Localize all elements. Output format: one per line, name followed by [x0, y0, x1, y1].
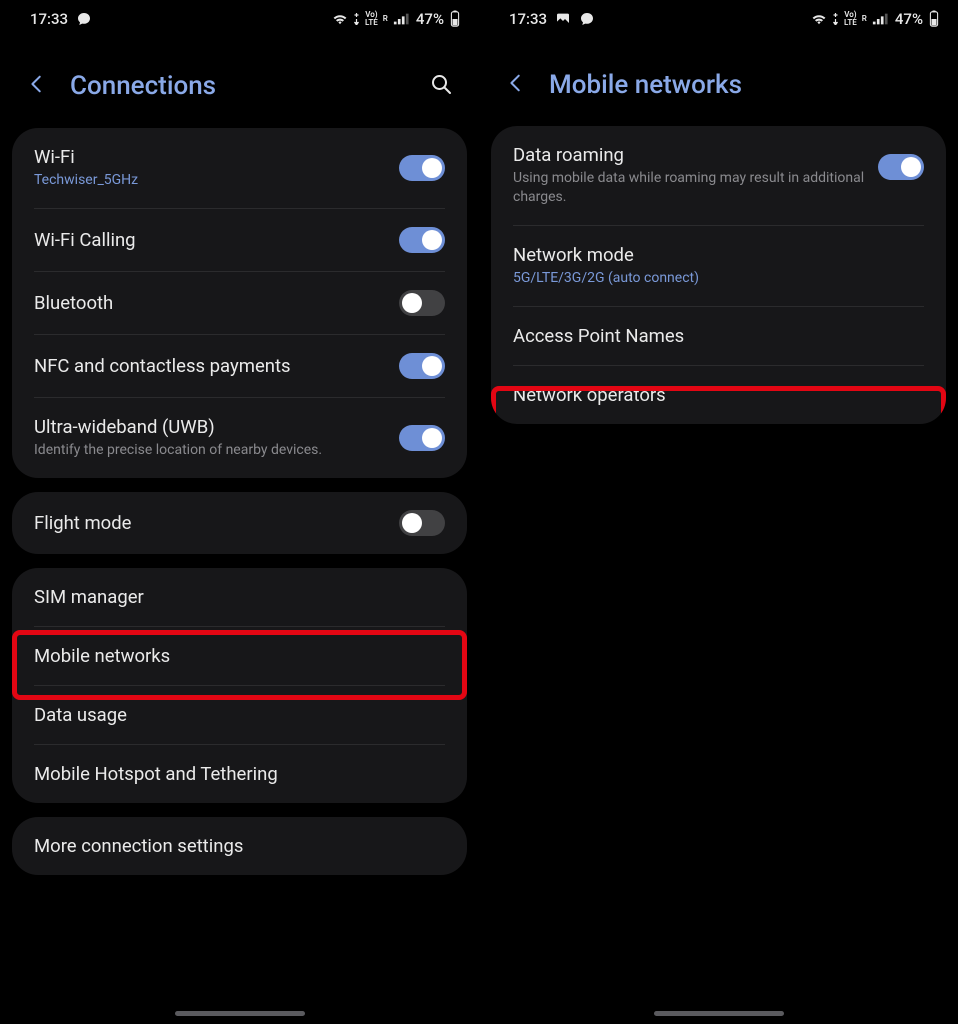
back-button[interactable]: [501, 68, 531, 102]
flight-mode-label: Flight mode: [34, 512, 387, 534]
search-button[interactable]: [425, 68, 457, 104]
nfc-label: NFC and contactless payments: [34, 355, 387, 377]
notification-chat-icon: [579, 11, 595, 27]
group-more: More connection settings: [12, 817, 467, 875]
battery-icon: [928, 10, 940, 28]
flight-mode-toggle[interactable]: [399, 510, 445, 536]
volte-icon: Vo)LTE: [365, 11, 378, 27]
group-mobile-network-settings: Data roaming Using mobile data while roa…: [491, 126, 946, 424]
row-uwb[interactable]: Ultra-wideband (UWB) Identify the precis…: [12, 398, 467, 478]
chevron-left-icon: [26, 73, 48, 95]
group-sim-data: SIM manager Mobile networks Data usage M…: [12, 568, 467, 803]
wifi-sub: Techwiser_5GHz: [34, 171, 387, 190]
back-button[interactable]: [22, 69, 52, 103]
data-roaming-sub: Using mobile data while roaming may resu…: [513, 169, 866, 207]
hotspot-label: Mobile Hotspot and Tethering: [34, 763, 445, 785]
data-roaming-toggle[interactable]: [878, 154, 924, 180]
uwb-label: Ultra-wideband (UWB): [34, 416, 387, 438]
row-mobile-networks[interactable]: Mobile networks: [12, 627, 467, 685]
signal-icon: [872, 13, 888, 25]
wifi-calling-toggle[interactable]: [399, 227, 445, 253]
more-connection-label: More connection settings: [34, 835, 445, 857]
uwb-sub: Identify the precise location of nearby …: [34, 441, 387, 460]
group-wireless: Wi-Fi Techwiser_5GHz Wi-Fi Calling Bluet…: [12, 128, 467, 478]
gesture-bar[interactable]: [175, 1011, 305, 1016]
row-wifi[interactable]: Wi-Fi Techwiser_5GHz: [12, 128, 467, 208]
phone-right-mobile-networks: 17:33 Vo)LTE R 47% Mobile networks Data …: [479, 0, 958, 1024]
row-more-connection-settings[interactable]: More connection settings: [12, 817, 467, 875]
signal-icon: [393, 13, 409, 25]
apn-label: Access Point Names: [513, 325, 924, 347]
status-bar: 17:33 Vo)LTE R 47%: [0, 0, 479, 38]
wifi-icon: [811, 13, 827, 25]
row-network-mode[interactable]: Network mode 5G/LTE/3G/2G (auto connect): [491, 226, 946, 306]
wifi-plus-icon: [832, 13, 839, 25]
network-mode-label: Network mode: [513, 244, 924, 266]
search-icon: [429, 72, 453, 96]
notification-chat-icon: [76, 11, 92, 27]
wifi-icon: [332, 13, 348, 25]
wifi-toggle[interactable]: [399, 155, 445, 181]
row-data-usage[interactable]: Data usage: [12, 686, 467, 744]
network-mode-sub: 5G/LTE/3G/2G (auto connect): [513, 269, 924, 288]
row-bluetooth[interactable]: Bluetooth: [12, 272, 467, 334]
wifi-calling-label: Wi-Fi Calling: [34, 229, 387, 251]
row-sim-manager[interactable]: SIM manager: [12, 568, 467, 626]
group-flight: Flight mode: [12, 492, 467, 554]
notification-image-icon: [555, 11, 571, 27]
roaming-r-icon: R: [383, 15, 388, 23]
roaming-r-icon: R: [862, 15, 867, 23]
row-hotspot[interactable]: Mobile Hotspot and Tethering: [12, 745, 467, 803]
status-bar: 17:33 Vo)LTE R 47%: [479, 0, 958, 38]
page-header: Mobile networks: [479, 38, 958, 126]
page-header: Connections: [0, 38, 479, 128]
network-operators-label: Network operators: [513, 384, 924, 406]
status-battery: 47%: [895, 10, 923, 28]
volte-icon: Vo)LTE: [844, 11, 857, 27]
data-usage-label: Data usage: [34, 704, 445, 726]
chevron-left-icon: [505, 72, 527, 94]
page-title: Mobile networks: [549, 70, 936, 100]
row-flight-mode[interactable]: Flight mode: [12, 492, 467, 554]
bluetooth-toggle[interactable]: [399, 290, 445, 316]
row-nfc[interactable]: NFC and contactless payments: [12, 335, 467, 397]
wifi-plus-icon: [353, 13, 360, 25]
battery-icon: [449, 10, 461, 28]
uwb-toggle[interactable]: [399, 425, 445, 451]
page-title: Connections: [70, 71, 407, 101]
row-apn[interactable]: Access Point Names: [491, 307, 946, 365]
bluetooth-label: Bluetooth: [34, 292, 387, 314]
row-network-operators[interactable]: Network operators: [491, 366, 946, 424]
row-data-roaming[interactable]: Data roaming Using mobile data while roa…: [491, 126, 946, 225]
phone-left-connections: 17:33 Vo)LTE R 47% Connections Wi-Fi T: [0, 0, 479, 1024]
data-roaming-label: Data roaming: [513, 144, 866, 166]
gesture-bar[interactable]: [654, 1011, 784, 1016]
sim-manager-label: SIM manager: [34, 586, 445, 608]
status-time: 17:33: [30, 10, 68, 28]
status-time: 17:33: [509, 10, 547, 28]
mobile-networks-label: Mobile networks: [34, 645, 445, 667]
status-battery: 47%: [416, 10, 444, 28]
nfc-toggle[interactable]: [399, 353, 445, 379]
row-wifi-calling[interactable]: Wi-Fi Calling: [12, 209, 467, 271]
wifi-label: Wi-Fi: [34, 146, 387, 168]
